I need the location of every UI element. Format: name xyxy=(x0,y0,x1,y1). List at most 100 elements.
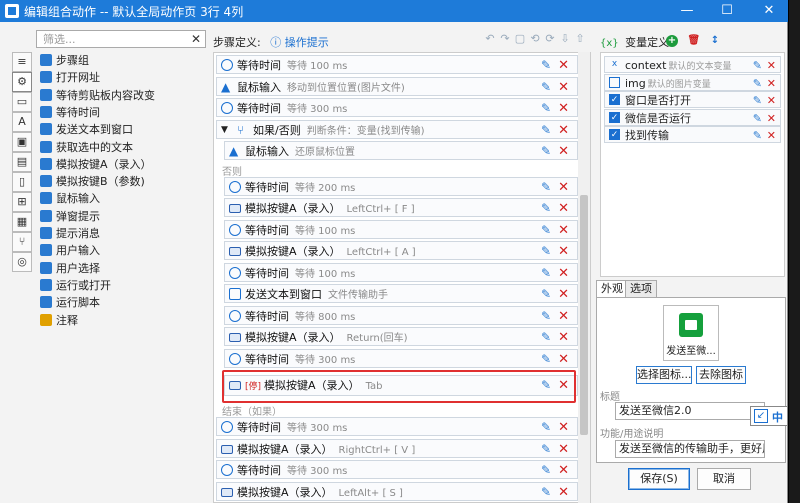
delete-step-icon[interactable]: ✕ xyxy=(558,483,569,500)
step-row[interactable]: 等待时间 等待 100 ms ✎ ✕ xyxy=(216,55,578,74)
delete-step-icon[interactable]: ✕ xyxy=(558,199,569,216)
globe-icon[interactable]: ◎ xyxy=(12,252,32,272)
delete-step-icon[interactable]: ✕ xyxy=(558,142,569,159)
minimize-button[interactable]: — xyxy=(670,0,704,22)
step-row[interactable]: 等待时间 等待 300 ms ✎ ✕ xyxy=(216,460,578,479)
edit-step-icon[interactable]: ✎ xyxy=(541,221,551,238)
step-row[interactable]: 模拟按键A（录入） LeftCtrl+ [ F ] ✎ ✕ xyxy=(224,198,578,217)
import-icon[interactable]: ⇧ xyxy=(574,33,586,45)
save-icon[interactable]: ▢ xyxy=(514,33,526,45)
delete-variable-row-icon[interactable]: ✕ xyxy=(767,75,776,90)
clear-search-icon[interactable]: ✕ xyxy=(191,31,201,47)
steps-scrollbar-thumb[interactable] xyxy=(580,195,588,435)
step-row[interactable]: 等待时间 等待 300 ms ✎ ✕ xyxy=(216,417,578,436)
close-button[interactable]: ✕ xyxy=(752,0,786,22)
description-field[interactable]: 发送至微信的传输助手，更好用 xyxy=(615,440,765,458)
variable-row[interactable]: ✓ 找到传输 ✎ ✕ xyxy=(604,126,781,143)
step-row[interactable]: ▲ 鼠标输入 移动到位置位置(图片文件) ✎ ✕ xyxy=(216,76,578,96)
refresh-icon[interactable]: ⟳ xyxy=(544,33,556,45)
delete-step-icon[interactable]: ✕ xyxy=(558,178,569,195)
edit-step-icon[interactable]: ✎ xyxy=(541,264,551,281)
library-item[interactable]: 打开网址 xyxy=(36,69,100,86)
step-row[interactable]: 模拟按键A（录入） Return(回车) ✎ ✕ xyxy=(224,327,578,346)
font-icon[interactable]: A xyxy=(12,112,32,132)
library-item[interactable]: 注释 xyxy=(36,312,78,329)
delete-step-icon[interactable]: ✕ xyxy=(558,328,569,345)
delete-step-icon[interactable]: ✕ xyxy=(558,461,569,478)
library-item[interactable]: 弹窗提示 xyxy=(36,208,100,225)
add-variable-icon[interactable]: + xyxy=(666,35,678,47)
step-row[interactable]: ▲ 鼠标输入 还原鼠标位置 ✎ ✕ xyxy=(224,141,578,160)
operation-hint-link[interactable]: ⓘ 操作提示 xyxy=(270,36,329,49)
delete-variable-row-icon[interactable]: ✕ xyxy=(767,110,776,125)
gear-icon[interactable]: ⚙ xyxy=(12,72,32,92)
step-row[interactable]: [停] 模拟按键A（录入） Tab ✎ ✕ xyxy=(224,375,578,396)
library-item[interactable]: 运行或打开 xyxy=(36,277,111,294)
edit-step-icon[interactable]: ✎ xyxy=(541,440,551,457)
edit-variable-icon[interactable]: ✎ xyxy=(753,57,762,72)
grid-icon[interactable]: ▦ xyxy=(12,212,32,232)
variable-row[interactable]: ✓ 微信是否运行 ✎ ✕ xyxy=(604,108,781,126)
library-item[interactable]: 等待时间 xyxy=(36,104,100,121)
step-row[interactable]: 模拟按键A（录入） LeftCtrl+ [ A ] ✎ ✕ xyxy=(224,241,578,260)
step-row[interactable]: 等待时间 等待 300 ms ✎ ✕ xyxy=(216,98,578,117)
menu-icon[interactable]: ≡ xyxy=(12,52,32,72)
step-row[interactable]: 等待时间 等待 200 ms ✎ ✕ xyxy=(224,176,578,196)
delete-variable-row-icon[interactable]: ✕ xyxy=(767,127,776,142)
ime-indicator[interactable]: ↙ 中 xyxy=(750,406,788,426)
step-row[interactable]: 等待时间 等待 100 ms ✎ ✕ xyxy=(224,262,578,282)
delete-step-icon[interactable]: ✕ xyxy=(558,56,569,73)
step-row[interactable]: 等待时间 等待 800 ms ✎ ✕ xyxy=(224,305,578,325)
tab-appearance[interactable]: 外观 xyxy=(596,280,628,298)
edit-step-icon[interactable]: ✎ xyxy=(541,142,551,159)
delete-step-icon[interactable]: ✕ xyxy=(558,121,569,138)
delete-step-icon[interactable]: ✕ xyxy=(558,418,569,435)
edit-step-icon[interactable]: ✎ xyxy=(541,242,551,259)
ime-mode-label[interactable]: 中 xyxy=(772,409,783,425)
edit-step-icon[interactable]: ✎ xyxy=(541,418,551,435)
export-icon[interactable]: ⇩ xyxy=(559,33,571,45)
maximize-button[interactable]: ☐ xyxy=(710,0,744,22)
delete-variable-row-icon[interactable]: ✕ xyxy=(767,57,776,72)
library-item[interactable]: 用户输入 xyxy=(36,242,100,259)
edit-variable-icon[interactable]: ✎ xyxy=(753,127,762,142)
collapse-toggle-icon[interactable]: ▼ xyxy=(221,121,228,138)
library-item[interactable]: 等待剪贴板内容改变 xyxy=(36,87,155,104)
image-icon[interactable]: ▣ xyxy=(12,132,32,152)
step-row[interactable]: 等待时间 等待 300 ms ✎ ✕ xyxy=(224,348,578,368)
edit-step-icon[interactable]: ✎ xyxy=(541,285,551,302)
edit-variable-icon[interactable]: ✎ xyxy=(753,75,762,90)
delete-step-icon[interactable]: ✕ xyxy=(558,307,569,324)
library-item[interactable]: 步骤组 xyxy=(36,52,89,69)
delete-variable-row-icon[interactable]: ✕ xyxy=(767,92,776,107)
library-item[interactable]: 提示消息 xyxy=(36,225,100,242)
delete-step-icon[interactable]: ✕ xyxy=(558,350,569,367)
edit-variable-icon[interactable]: ✎ xyxy=(753,92,762,107)
edit-variable-icon[interactable]: ✎ xyxy=(753,110,762,125)
choose-icon-button[interactable]: 选择图标... xyxy=(636,366,692,384)
edit-step-icon[interactable]: ✎ xyxy=(541,56,551,73)
cancel-button[interactable]: 取消 xyxy=(697,468,751,490)
branch-icon[interactable]: ⑂ xyxy=(12,232,32,252)
windows-icon[interactable]: ⊞ xyxy=(12,192,32,212)
delete-step-icon[interactable]: ✕ xyxy=(558,285,569,302)
library-item[interactable]: 获取选中的文本 xyxy=(36,139,133,156)
edit-step-icon[interactable]: ✎ xyxy=(541,483,551,500)
edit-step-icon[interactable]: ✎ xyxy=(541,376,551,395)
search-input[interactable] xyxy=(37,31,187,47)
title-field[interactable]: 发送至微信2.0 xyxy=(615,402,765,420)
edit-step-icon[interactable]: ✎ xyxy=(541,307,551,324)
edit-step-icon[interactable]: ✎ xyxy=(541,328,551,345)
variable-row[interactable]: x context 默认的文本变量 ✎ ✕ xyxy=(604,56,781,73)
step-row[interactable]: ⑂ ▼ 如果/否则 判断条件：变量(找到传输) ✎ ✕ xyxy=(216,119,578,139)
edit-step-icon[interactable]: ✎ xyxy=(541,99,551,116)
save-button[interactable]: 保存(S) xyxy=(628,468,690,490)
edit-step-icon[interactable]: ✎ xyxy=(541,350,551,367)
step-row[interactable]: 模拟按键A（录入） RightCtrl+ [ V ] ✎ ✕ xyxy=(216,438,578,458)
step-row[interactable]: 模拟按键A（录入） LeftAlt+ [ S ] ✎ ✕ xyxy=(216,481,578,501)
delete-step-icon[interactable]: ✕ xyxy=(558,99,569,116)
file-icon[interactable]: ▯ xyxy=(12,172,32,192)
variable-row[interactable]: ✓ 窗口是否打开 ✎ ✕ xyxy=(604,91,781,108)
edit-step-icon[interactable]: ✎ xyxy=(541,178,551,195)
clipboard-icon[interactable]: ▤ xyxy=(12,152,32,172)
